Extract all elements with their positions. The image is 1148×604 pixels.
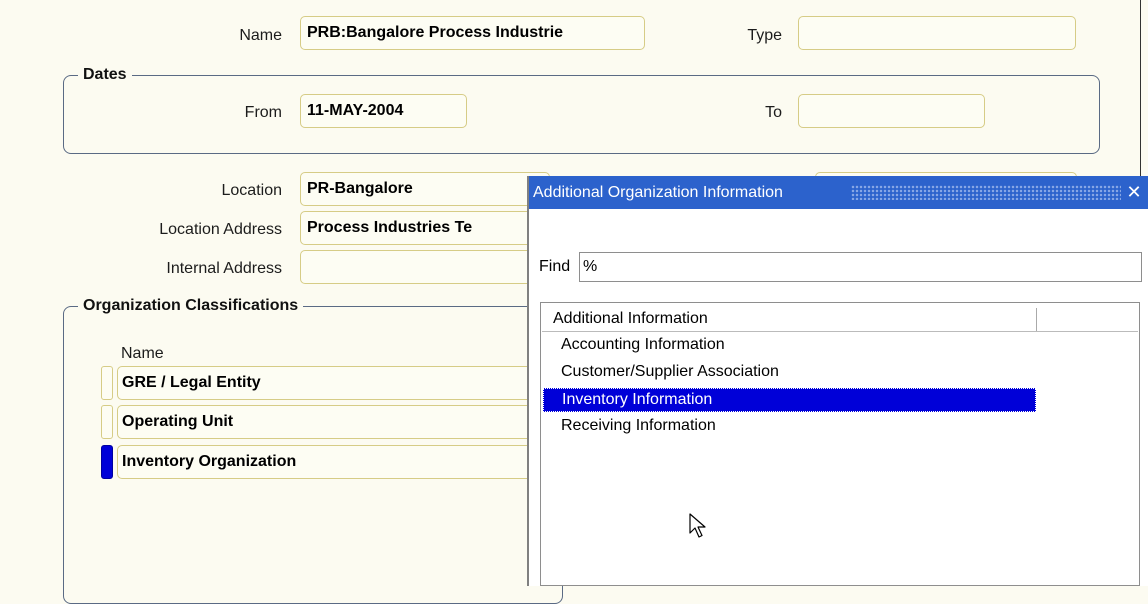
- row-indicator[interactable]: [101, 405, 113, 439]
- list-header-label: Additional Information: [553, 310, 708, 327]
- name-label: Name: [239, 27, 282, 44]
- location-address-label: Location Address: [159, 221, 282, 238]
- classification-row-selected[interactable]: Inventory Organization: [117, 445, 537, 479]
- to-date-field[interactable]: [798, 94, 985, 128]
- from-date-field[interactable]: 11-MAY-2004: [300, 94, 467, 128]
- classification-row[interactable]: GRE / Legal Entity: [117, 366, 537, 400]
- list-item[interactable]: Accounting Information: [561, 334, 725, 356]
- window-edge: [1140, 0, 1141, 176]
- location-address-field[interactable]: Process Industries Te: [300, 211, 550, 245]
- from-label: From: [244, 104, 282, 121]
- name-field[interactable]: PRB:Bangalore Process Industrie: [300, 16, 645, 50]
- location-label: Location: [221, 182, 283, 199]
- arrow-pointer-icon: [689, 513, 706, 538]
- dialog-titlebar[interactable]: Additional Organization Information ✕: [529, 176, 1148, 209]
- list-item-selected[interactable]: Inventory Information: [543, 388, 1036, 412]
- type-label: Type: [747, 27, 782, 44]
- list-item[interactable]: Customer/Supplier Association: [561, 361, 779, 383]
- column-separator[interactable]: [1036, 308, 1037, 331]
- titlebar-grip-pattern: [851, 185, 1121, 200]
- additional-org-info-dialog: Additional Organization Information ✕ Fi…: [527, 176, 1148, 586]
- list-item[interactable]: Receiving Information: [561, 415, 716, 437]
- close-icon[interactable]: ✕: [1124, 176, 1144, 209]
- internal-address-label: Internal Address: [166, 260, 282, 277]
- additional-info-list[interactable]: Additional Information Accounting Inform…: [540, 302, 1140, 586]
- location-field[interactable]: PR-Bangalore: [300, 172, 550, 206]
- dates-legend: Dates: [78, 66, 132, 84]
- to-label: To: [765, 104, 782, 121]
- row-indicator-selected[interactable]: [101, 445, 113, 479]
- find-input[interactable]: [579, 252, 1142, 282]
- row-indicator[interactable]: [101, 366, 113, 400]
- dialog-title: Additional Organization Information: [533, 184, 787, 201]
- classification-row[interactable]: Operating Unit: [117, 405, 537, 439]
- classifications-name-header: Name: [121, 345, 164, 362]
- type-field[interactable]: [798, 16, 1076, 50]
- internal-address-field[interactable]: [300, 250, 550, 284]
- list-header[interactable]: Additional Information: [542, 308, 1138, 332]
- find-label: Find: [539, 258, 571, 275]
- classifications-legend: Organization Classifications: [78, 297, 304, 315]
